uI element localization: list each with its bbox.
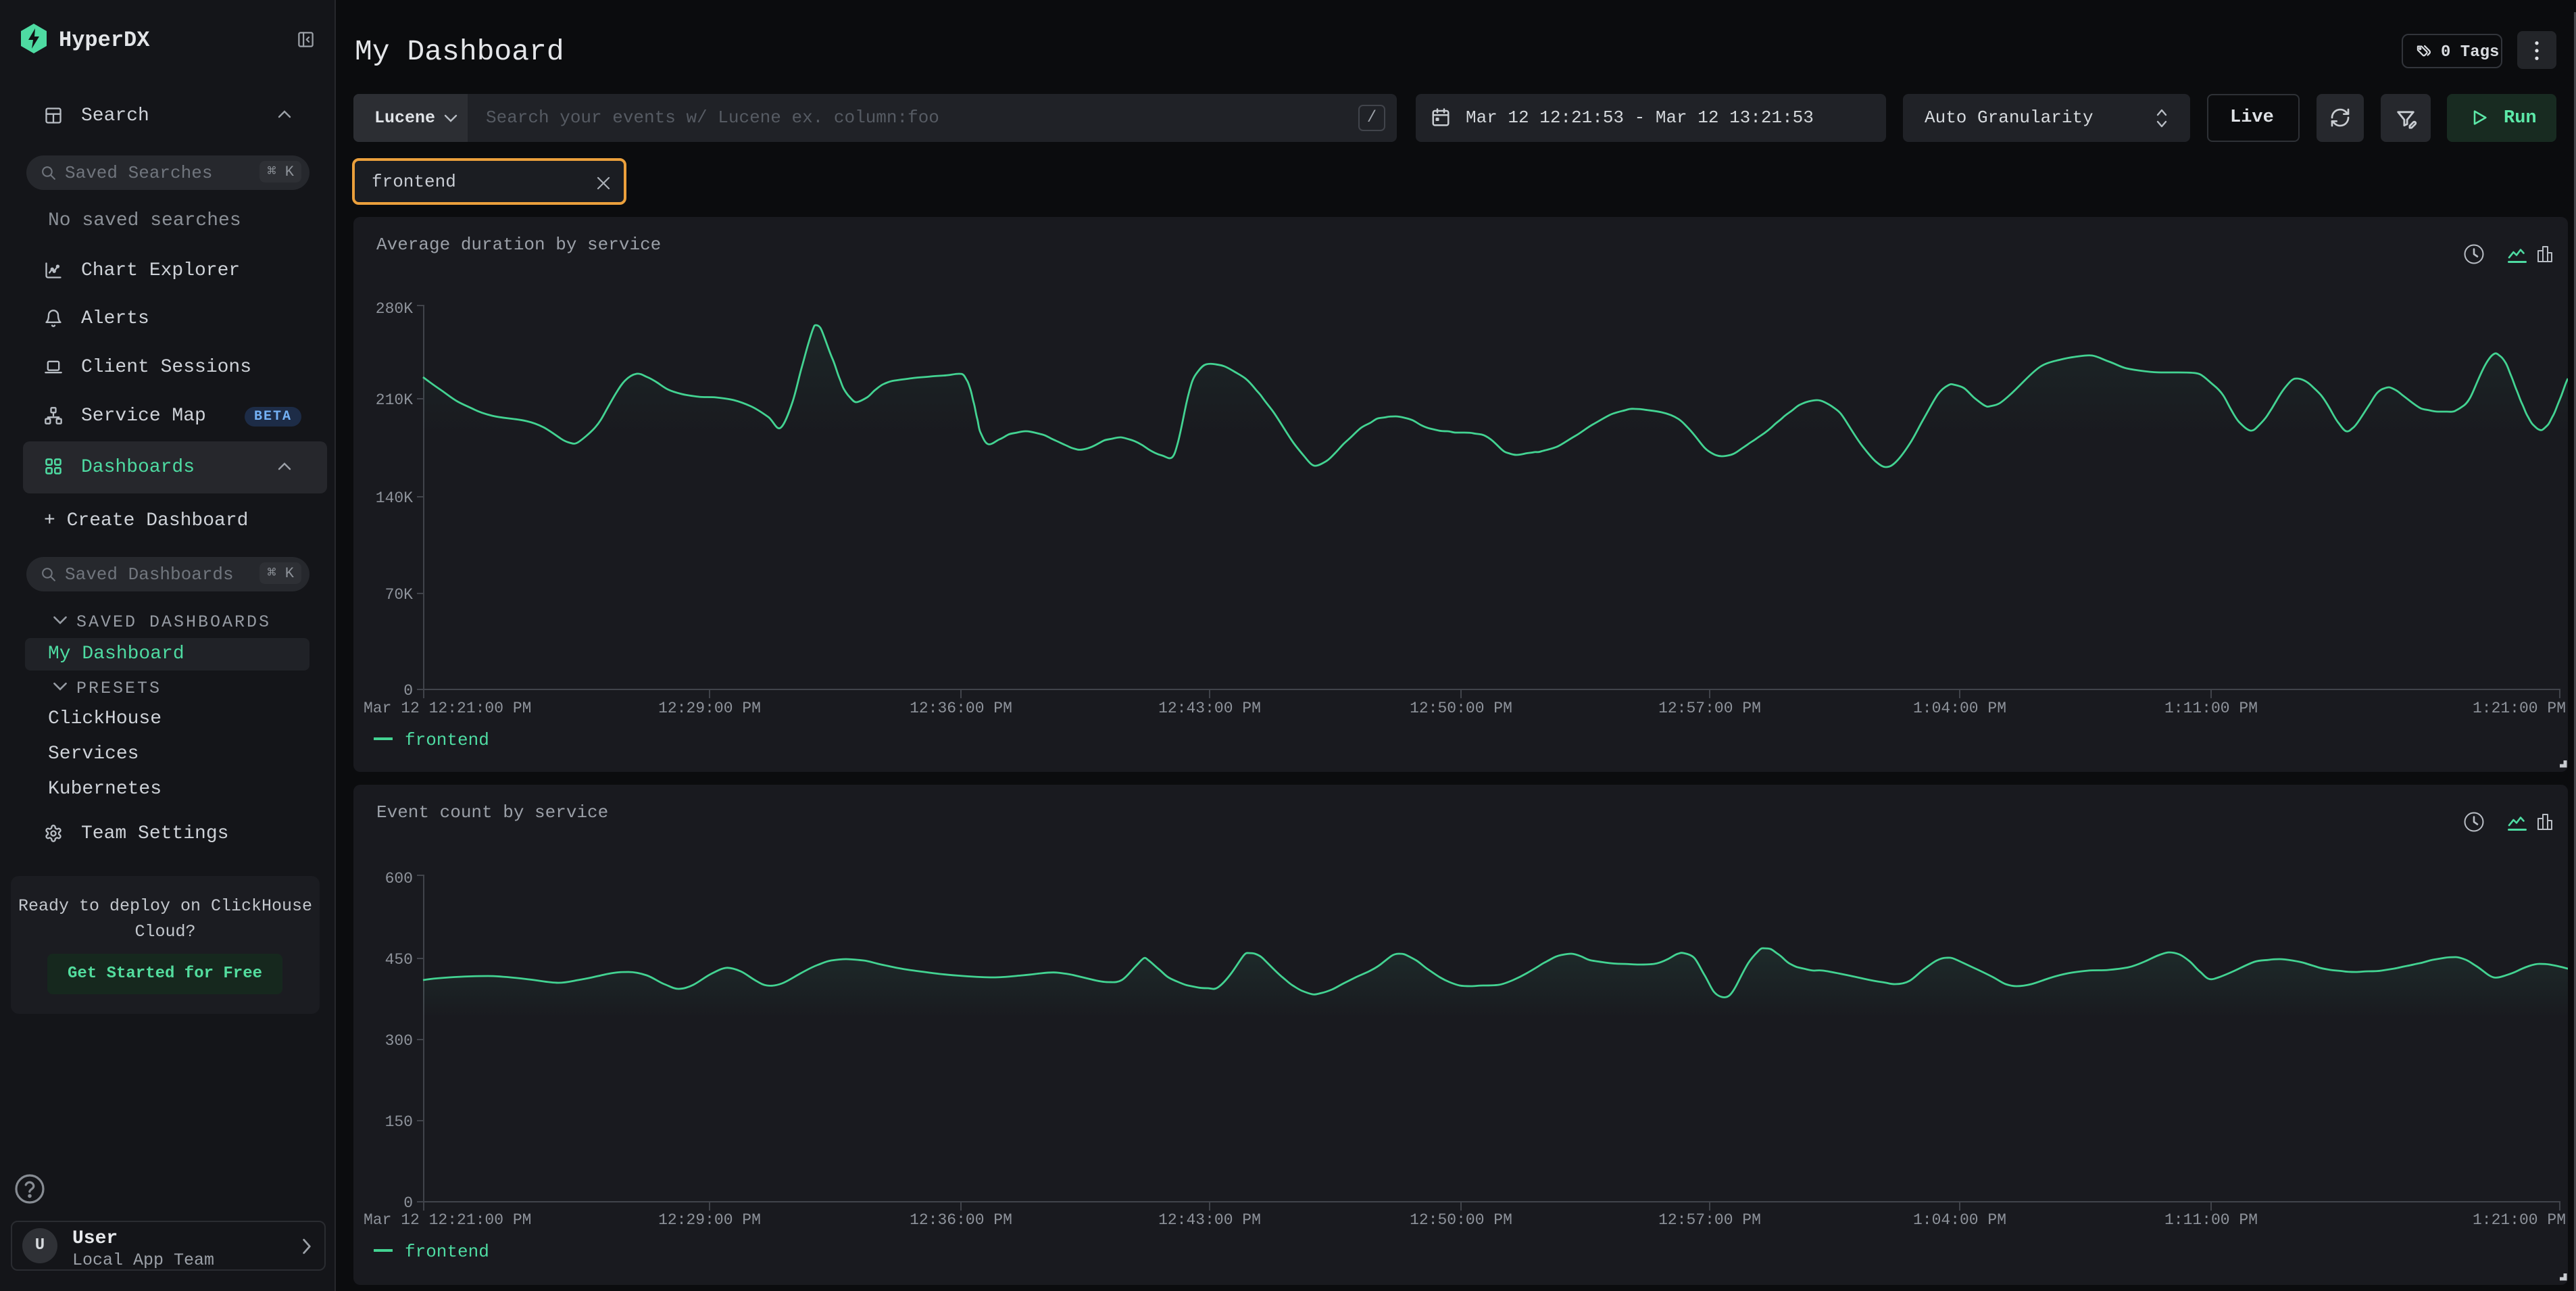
svg-text:12:29:00 PM: 12:29:00 PM bbox=[658, 1211, 761, 1229]
svg-text:280K: 280K bbox=[376, 300, 413, 318]
svg-text:450: 450 bbox=[385, 951, 413, 969]
svg-text:1:04:00 PM: 1:04:00 PM bbox=[1913, 1211, 2006, 1229]
svg-text:12:29:00 PM: 12:29:00 PM bbox=[658, 700, 761, 717]
svg-text:Mar 12 12:21:00 PM: Mar 12 12:21:00 PM bbox=[364, 1211, 531, 1229]
svg-text:210K: 210K bbox=[376, 391, 413, 409]
svg-text:12:43:00 PM: 12:43:00 PM bbox=[1158, 700, 1261, 717]
svg-text:frontend: frontend bbox=[405, 730, 489, 750]
svg-text:1:21:00 PM: 1:21:00 PM bbox=[2473, 1211, 2566, 1229]
svg-text:12:36:00 PM: 12:36:00 PM bbox=[910, 1211, 1012, 1229]
svg-text:600: 600 bbox=[385, 870, 413, 887]
svg-text:frontend: frontend bbox=[405, 1242, 489, 1262]
svg-text:140K: 140K bbox=[376, 489, 413, 507]
svg-text:150: 150 bbox=[385, 1113, 413, 1131]
svg-text:12:50:00 PM: 12:50:00 PM bbox=[1410, 1211, 1512, 1229]
svg-text:12:57:00 PM: 12:57:00 PM bbox=[1658, 700, 1761, 717]
svg-text:12:50:00 PM: 12:50:00 PM bbox=[1410, 700, 1512, 717]
svg-text:1:11:00 PM: 1:11:00 PM bbox=[2164, 1211, 2258, 1229]
svg-text:1:11:00 PM: 1:11:00 PM bbox=[2164, 700, 2258, 717]
svg-text:0: 0 bbox=[403, 682, 413, 700]
svg-text:Mar 12 12:21:00 PM: Mar 12 12:21:00 PM bbox=[364, 700, 531, 717]
svg-text:0: 0 bbox=[403, 1194, 413, 1212]
svg-text:1:04:00 PM: 1:04:00 PM bbox=[1913, 700, 2006, 717]
svg-text:12:57:00 PM: 12:57:00 PM bbox=[1658, 1211, 1761, 1229]
svg-text:300: 300 bbox=[385, 1032, 413, 1050]
svg-text:70K: 70K bbox=[385, 586, 414, 604]
svg-text:12:43:00 PM: 12:43:00 PM bbox=[1158, 1211, 1261, 1229]
svg-text:12:36:00 PM: 12:36:00 PM bbox=[910, 700, 1012, 717]
svg-text:1:21:00 PM: 1:21:00 PM bbox=[2473, 700, 2566, 717]
